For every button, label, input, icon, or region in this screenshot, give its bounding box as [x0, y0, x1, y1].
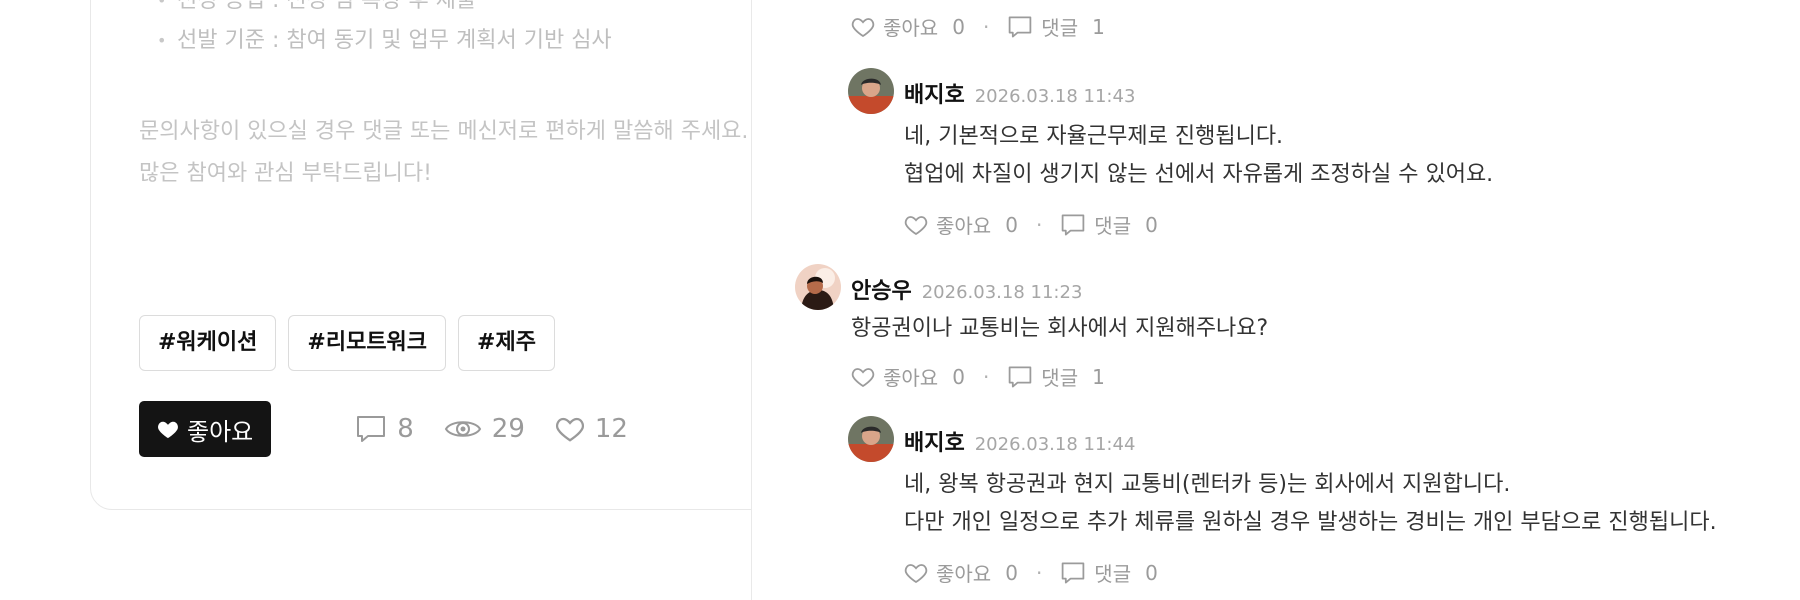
paragraph-line: 많은 참여와 관심 부탁드립니다! — [139, 161, 432, 186]
paragraph-line: 문의사항이 있으실 경우 댓글 또는 메신저로 편하게 말씀해 주세요. — [139, 119, 749, 144]
post-actions: 좋아요 8 29 12 — [139, 401, 658, 457]
like-button-label: 좋아요 — [187, 418, 254, 446]
post-card: • 선정 공법 : 선정 팀 복장 후 제출 • 선발 기준 : 참여 동기 및 업… — [90, 0, 790, 510]
comment-author[interactable]: 배지호 — [904, 77, 965, 109]
comment-header: 배지호 2026.03.18 11:43 — [904, 77, 1135, 109]
comment-meta: 좋아요 0 · 댓글 0 — [904, 210, 1158, 239]
comment-header: 배지호 2026.03.18 11:44 — [904, 425, 1135, 457]
comment-like-action[interactable]: 좋아요 0 — [904, 210, 1018, 239]
avatar-image — [795, 264, 841, 310]
heart-outline-icon — [851, 17, 875, 37]
heart-outline-icon — [851, 367, 875, 387]
comment-count[interactable]: 8 — [355, 414, 414, 444]
heart-outline-icon — [555, 417, 584, 442]
avatar[interactable] — [795, 264, 841, 310]
comment-author[interactable]: 배지호 — [904, 425, 965, 457]
post-bullet-list: • 선정 공법 : 선정 팀 복장 후 제출 • 선발 기준 : 참여 동기 및 업… — [151, 0, 612, 61]
comment-meta: 좋아요 0 · 댓글 1 — [851, 12, 1105, 41]
comment-reply-action[interactable]: 댓글 1 — [1007, 362, 1105, 391]
comment-time: 2026.03.18 11:44 — [974, 434, 1136, 455]
comment-time: 2026.03.18 11:43 — [974, 86, 1136, 107]
comment-icon — [1062, 562, 1085, 583]
heart-outline-icon — [904, 563, 928, 583]
comment-author[interactable]: 안승우 — [851, 273, 912, 305]
heart-filled-icon — [158, 421, 178, 439]
comment-like-action[interactable]: 좋아요 0 — [851, 12, 965, 41]
comment-like-action[interactable]: 좋아요 0 — [904, 558, 1018, 587]
tag-list: #워케이션 #리모트워크 #제주 — [139, 315, 555, 371]
separator-dot: · — [1035, 560, 1043, 585]
comment-body: 네, 왕복 항공권과 현지 교통비(렌터카 등)는 회사에서 지원합니다. 다만… — [904, 472, 1717, 535]
tag-remote-work[interactable]: #리모트워크 — [288, 315, 447, 371]
page: • 선정 공법 : 선정 팀 복장 후 제출 • 선발 기준 : 참여 동기 및 업… — [0, 0, 1800, 600]
post-stats: 8 29 12 — [355, 414, 658, 444]
avatar-image — [848, 416, 894, 462]
separator-dot: · — [982, 14, 990, 39]
comment-reply-action[interactable]: 댓글 0 — [1060, 210, 1158, 239]
comment-header: 안승우 2026.03.18 11:23 — [851, 273, 1082, 305]
comment-meta: 좋아요 0 · 댓글 0 — [904, 558, 1158, 587]
avatar[interactable] — [848, 416, 894, 462]
bullet-dot: • — [157, 0, 167, 10]
comment-reply-action[interactable]: 댓글 1 — [1007, 12, 1105, 41]
comment-reply-action[interactable]: 댓글 0 — [1060, 558, 1158, 587]
comment-time: 2026.03.18 11:23 — [921, 282, 1083, 303]
comment-body: 네, 기본적으로 자율근무제로 진행됩니다. 협업에 차질이 생기지 않는 선에… — [904, 124, 1494, 187]
comment-count-value: 8 — [397, 414, 414, 444]
comment-icon — [1062, 214, 1085, 235]
separator-dot: · — [1035, 212, 1043, 237]
eye-icon — [444, 421, 481, 437]
post-paragraph: 문의사항이 있으실 경우 댓글 또는 메신저로 편하게 말씀해 주세요. 많은 … — [139, 111, 748, 195]
bullet-dot: • — [157, 31, 167, 50]
tag-workation[interactable]: #워케이션 — [139, 315, 277, 371]
like-count-value: 12 — [594, 414, 628, 444]
separator-dot: · — [982, 364, 990, 389]
bullet-item: • 선정 공법 : 선정 팀 복장 후 제출 — [151, 0, 612, 21]
bullet-item: • 선발 기준 : 참여 동기 및 업무 계획서 기반 심사 — [151, 21, 612, 61]
comment-meta: 좋아요 0 · 댓글 1 — [851, 362, 1105, 391]
comment-like-action[interactable]: 좋아요 0 — [851, 362, 965, 391]
comment-icon — [1009, 16, 1032, 37]
like-count[interactable]: 12 — [555, 414, 628, 444]
view-count: 29 — [444, 414, 525, 444]
tag-jeju[interactable]: #제주 — [458, 315, 555, 371]
view-count-value: 29 — [491, 414, 525, 444]
comment-icon — [1009, 366, 1032, 387]
comment-body: 항공권이나 교통비는 회사에서 지원해주나요? — [851, 316, 1269, 341]
like-button[interactable]: 좋아요 — [139, 401, 272, 457]
comments-panel: 좋아요 0 · 댓글 1 배지호 2026.03.18 11:43 네, 기본적… — [751, 0, 1800, 600]
comment-icon — [357, 416, 386, 442]
heart-outline-icon — [904, 215, 928, 235]
avatar[interactable] — [848, 68, 894, 114]
avatar-image — [848, 68, 894, 114]
